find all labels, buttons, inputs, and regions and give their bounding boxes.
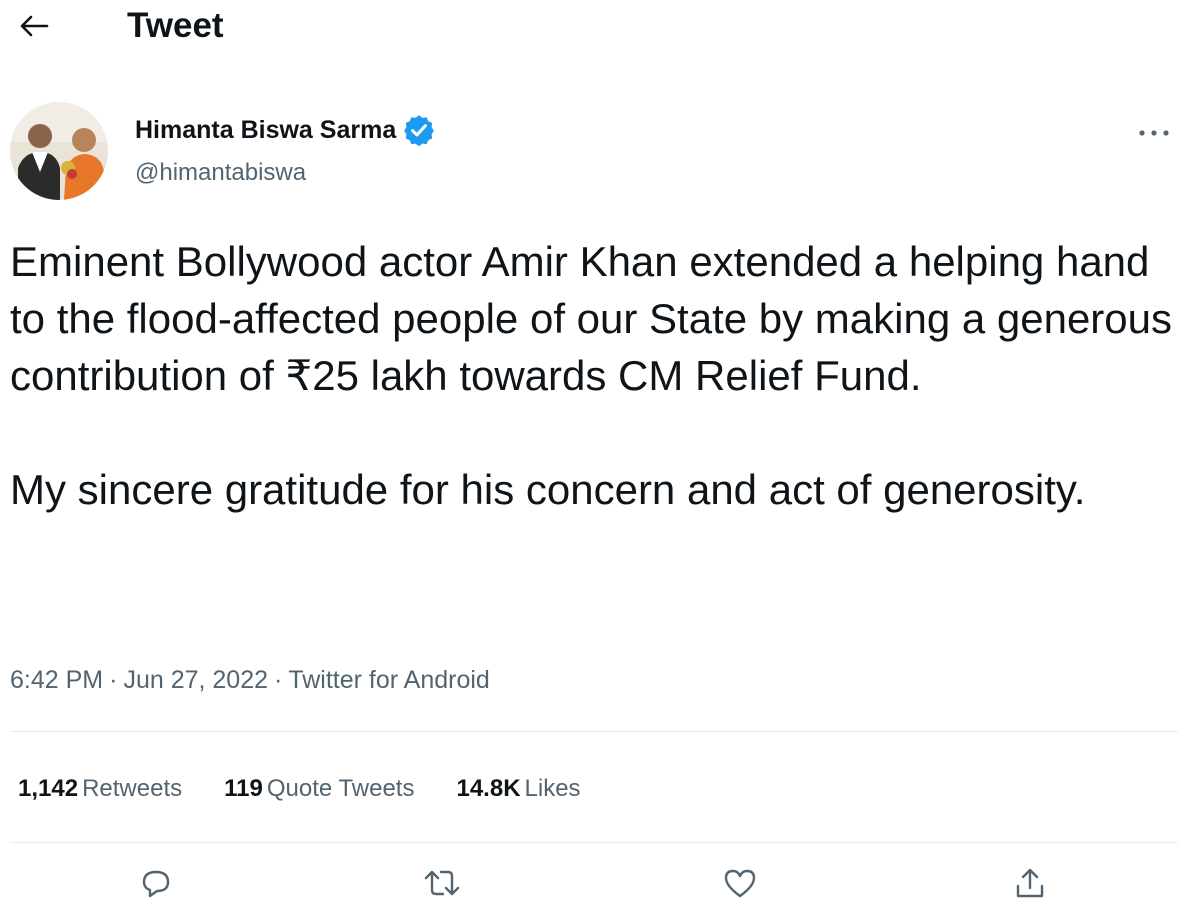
likes-label: Likes [524, 775, 581, 802]
retweets-count: 1,142 [18, 775, 79, 802]
share-button[interactable] [1006, 866, 1054, 900]
tweet-stats: 1,142 Retweets 119 Quote Tweets 14.8K Likes [18, 772, 623, 806]
more-options-button[interactable] [1130, 116, 1178, 150]
reply-button[interactable] [132, 866, 180, 900]
share-icon [1012, 866, 1048, 900]
divider [10, 731, 1178, 732]
page-title: Tweet [127, 6, 224, 45]
retweet-icon [422, 866, 462, 900]
tweet-paragraph: My sincere gratitude for his concern and… [10, 466, 1086, 513]
author-name[interactable]: Himanta Biswa Sarma [135, 113, 396, 147]
header: Tweet [0, 0, 1200, 60]
tweet-page: Tweet Himanta Biswa Sarma @himantabiswa [0, 0, 1200, 900]
tweet-time: 6:42 PM [10, 666, 104, 694]
tweet-source[interactable]: Twitter for Android [288, 666, 489, 694]
tweet-timestamp[interactable]: 6:42 PM · Jun 27, 2022 [10, 666, 268, 694]
arrow-left-icon [19, 15, 49, 37]
likes-count: 14.8K [456, 775, 521, 802]
author-handle[interactable]: @himantabiswa [135, 157, 306, 189]
tweet-text: Eminent Bollywood actor Amir Khan extend… [10, 233, 1190, 518]
like-button[interactable] [716, 866, 764, 900]
verified-badge-icon [402, 113, 436, 147]
back-button[interactable] [14, 8, 54, 44]
avatar[interactable] [10, 102, 108, 200]
quote-tweets-stat[interactable]: 119 Quote Tweets [224, 772, 414, 806]
retweets-label: Retweets [82, 775, 183, 802]
divider [10, 842, 1178, 843]
quote-tweets-label: Quote Tweets [266, 775, 415, 802]
retweets-stat[interactable]: 1,142 Retweets [18, 772, 182, 806]
author-name-row: Himanta Biswa Sarma [135, 113, 436, 147]
likes-stat[interactable]: 14.8K Likes [456, 772, 580, 806]
tweet-paragraph: Eminent Bollywood actor Amir Khan extend… [10, 238, 1173, 399]
retweet-button[interactable] [418, 866, 466, 900]
more-dots-icon [1137, 129, 1171, 137]
quote-tweets-count: 119 [224, 775, 263, 802]
tweet-actions [0, 858, 1200, 900]
like-icon [722, 866, 758, 900]
tweet-date: Jun 27, 2022 [123, 666, 269, 694]
reply-icon [138, 866, 174, 900]
tweet-meta: 6:42 PM · Jun 27, 2022 · Twitter for Android [10, 666, 490, 694]
